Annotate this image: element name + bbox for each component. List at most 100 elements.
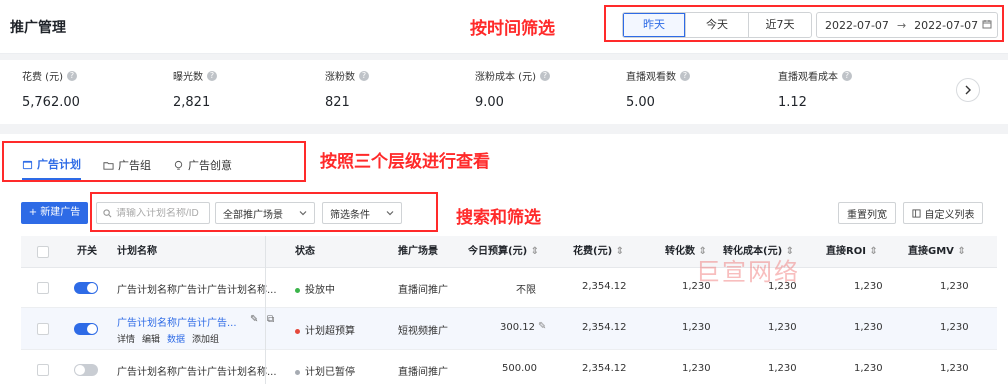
metric-value: 2,821 — [173, 95, 211, 110]
col-conversions-label: 转化数 — [665, 246, 695, 257]
search-input[interactable] — [116, 207, 206, 219]
col-switch: 开关 — [77, 246, 97, 257]
row-checkbox[interactable] — [37, 282, 49, 294]
roi-cell: 1,230 — [854, 281, 883, 292]
metric-followers: 涨粉数? 821 — [325, 68, 369, 110]
help-icon[interactable]: ? — [359, 70, 369, 81]
roi-cell: 1,230 — [854, 363, 883, 374]
col-plan-name: 计划名称 — [117, 246, 157, 257]
col-status: 状态 — [295, 246, 315, 257]
bulb-icon — [174, 160, 183, 170]
detail-link[interactable]: 详情 — [117, 335, 135, 345]
custom-columns-button[interactable]: 自定义列表 — [903, 202, 983, 224]
metric-impressions: 曝光数? 2,821 — [173, 68, 217, 110]
scene-cell: 直播间推广 — [398, 285, 448, 296]
filter-dropdown-label: 筛选条件 — [330, 209, 370, 221]
metric-cost: 花费 (元)? 5,762.00 — [22, 68, 80, 110]
tab-label: 广告计划 — [37, 158, 81, 171]
col-cost-label: 花费(元) — [573, 246, 613, 257]
gmv-cell: 1,230 — [940, 281, 969, 292]
table-row[interactable]: 广告计划名称广告计广告计划名称... 计划已暂停 直播间推广 500.00 2,… — [21, 350, 997, 384]
page: 推广管理 按时间筛选 昨天 今天 近7天 2022-07-07 → 2022-0… — [0, 0, 1008, 384]
tab-label: 广告组 — [118, 159, 151, 172]
table-row[interactable]: 广告计划名称广告计广告... ✎ ⧉ 详情 编辑 数据 添加组 计划超预算 短视频推广… — [21, 308, 997, 350]
help-icon[interactable]: ? — [207, 70, 217, 81]
add-group-link[interactable]: 添加组 — [192, 335, 219, 345]
annotation-time-filter: 按时间筛选 — [470, 19, 555, 39]
tab-label: 广告创意 — [188, 159, 232, 172]
metric-value: 9.00 — [475, 95, 504, 110]
tab-ad-plan[interactable]: 广告计划 — [22, 156, 81, 180]
switch-knob — [87, 283, 97, 293]
calendar-icon — [982, 19, 992, 32]
help-icon[interactable]: ? — [539, 70, 550, 81]
metric-label: 涨粉数 — [325, 72, 355, 83]
annotation-search-filter: 搜索和筛选 — [456, 208, 541, 228]
table-header: 开关 计划名称 状态 推广场景 今日预算(元) ⇕ 花费(元) ⇕ 转化数 ⇕ … — [21, 236, 997, 268]
plan-name[interactable]: 广告计划名称广告计广告计划名称... — [117, 281, 277, 296]
tab-ad-group[interactable]: 广告组 — [103, 156, 151, 180]
calendar-icon — [22, 160, 33, 169]
segment-last-7-days[interactable]: 近7天 — [749, 13, 811, 37]
status-dot — [295, 369, 300, 375]
copy-icon[interactable]: ⧉ — [267, 314, 274, 325]
new-ad-button[interactable]: + 新建广告 — [21, 202, 88, 224]
help-icon[interactable]: ? — [66, 70, 77, 81]
segment-today[interactable]: 今天 — [686, 13, 749, 37]
conversion-cost-cell: 1,230 — [768, 363, 797, 374]
reset-columns-button[interactable]: 重置列宽 — [838, 202, 896, 224]
cost-cell: 2,354.12 — [582, 281, 627, 292]
date-arrow: → — [896, 18, 907, 32]
status-text: 投放中 — [305, 285, 335, 296]
edit-icon[interactable]: ✎ — [538, 321, 546, 332]
metric-label: 花费 (元) — [22, 72, 63, 83]
chevron-down-icon — [386, 211, 394, 216]
col-roi[interactable]: 直接ROI ⇕ — [826, 236, 878, 268]
date-range-picker[interactable]: 2022-07-07 → 2022-07-07 — [816, 12, 998, 38]
date-start: 2022-07-07 — [825, 18, 889, 32]
table-row[interactable]: 广告计划名称广告计广告计划名称... 投放中 直播间推广 不限 2,354.12… — [21, 268, 997, 308]
budget-cell: 500.00 — [502, 363, 537, 374]
scene-dropdown[interactable]: 全部推广场景 — [215, 202, 315, 224]
row-switch[interactable] — [74, 282, 98, 294]
col-budget[interactable]: 今日预算(元) ⇕ — [468, 236, 539, 268]
plan-name[interactable]: 广告计划名称广告计广告计划名称... — [117, 363, 277, 378]
columns-icon — [911, 208, 921, 218]
row-switch[interactable] — [74, 323, 98, 335]
chevron-right-icon[interactable] — [956, 78, 980, 102]
col-budget-label: 今日预算(元) — [468, 246, 528, 257]
metric-label: 直播观看成本 — [778, 72, 838, 83]
help-icon[interactable]: ? — [842, 70, 852, 81]
edit-link[interactable]: 编辑 — [142, 335, 160, 345]
sort-icon: ⇕ — [612, 246, 625, 257]
col-roi-label: 直接ROI — [826, 246, 866, 257]
row-checkbox[interactable] — [37, 323, 49, 335]
col-scene: 推广场景 — [398, 246, 438, 257]
row-switch[interactable] — [74, 364, 98, 376]
edit-icon[interactable]: ✎ — [250, 314, 258, 325]
budget-cell: 300.12 — [500, 322, 535, 333]
plan-name[interactable]: 广告计划名称广告计广告... — [117, 314, 237, 329]
search-icon — [103, 208, 112, 217]
data-link[interactable]: 数据 — [167, 335, 185, 345]
status-cell: 投放中 — [295, 281, 335, 296]
chevron-down-icon — [299, 211, 307, 216]
filter-dropdown[interactable]: 筛选条件 — [322, 202, 402, 224]
metric-value: 1.12 — [778, 95, 807, 110]
col-gmv[interactable]: 直接GMV ⇕ — [908, 236, 966, 268]
metric-value: 5.00 — [626, 95, 655, 110]
help-icon[interactable]: ? — [680, 70, 690, 81]
col-cost[interactable]: 花费(元) ⇕ — [573, 236, 624, 268]
select-all-checkbox[interactable] — [37, 246, 49, 258]
roi-cell: 1,230 — [854, 322, 883, 333]
sort-icon: ⇕ — [953, 246, 966, 257]
time-segment-control: 昨天 今天 近7天 — [622, 12, 812, 38]
tab-ad-creative[interactable]: 广告创意 — [173, 156, 232, 180]
scene-dropdown-label: 全部推广场景 — [223, 209, 283, 221]
metrics-panel: 花费 (元)? 5,762.00 曝光数? 2,821 涨粉数? 821 涨粉成… — [0, 60, 1008, 124]
segment-yesterday[interactable]: 昨天 — [623, 13, 686, 37]
gmv-cell: 1,230 — [940, 322, 969, 333]
row-checkbox[interactable] — [37, 364, 49, 376]
cost-cell: 2,354.12 — [582, 322, 627, 333]
budget-cell: 不限 — [516, 285, 536, 296]
